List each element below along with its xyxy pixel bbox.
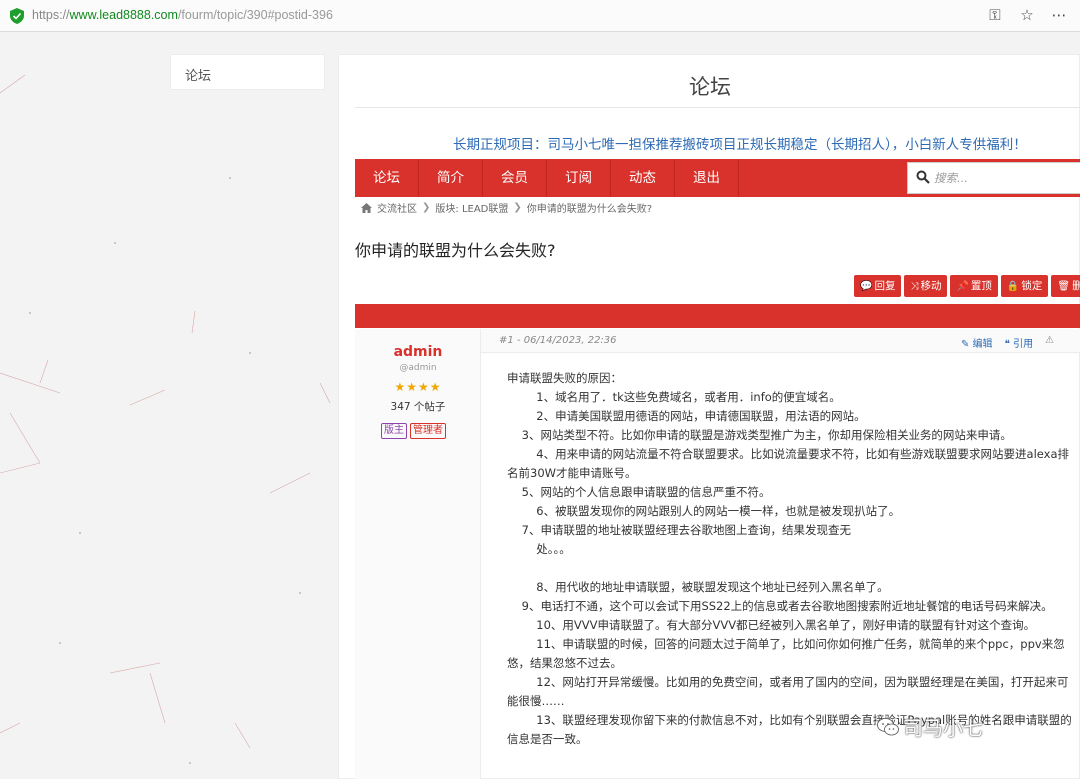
edit-label: 编辑	[972, 339, 993, 350]
page-title: 论坛	[689, 75, 731, 99]
move-button[interactable]: ⤨ 移动	[904, 275, 948, 297]
post-paragraph: 8、用代收的地址申请联盟，被联盟发现这个地址已经列入黑名单了。	[507, 580, 889, 594]
post-paragraph: 1、域名用了．tk这些免费域名，或者用．info的便宜域名。	[507, 390, 841, 404]
post-tools: ✎ 编辑 ❝ 引用 ⚠	[961, 335, 1054, 350]
post-body: 申请联盟失败的原因： 1、域名用了．tk这些免费域名，或者用．info的便宜域名…	[507, 369, 1075, 749]
trash-icon: 🗑	[1057, 281, 1071, 292]
nav-item-forum[interactable]: 论坛	[355, 159, 419, 197]
edit-button[interactable]: ✎ 编辑	[961, 335, 993, 350]
address-url[interactable]: https://www.lead8888.com/fourm/topic/390…	[32, 8, 333, 22]
reply-label: 回复	[874, 280, 896, 292]
author-name[interactable]: admin	[355, 344, 481, 360]
sidebar-label: 论坛	[185, 69, 212, 84]
pin-button[interactable]: 📌 置顶	[950, 275, 998, 297]
pin-icon: 📌	[956, 281, 969, 292]
background-decoration	[0, 74, 331, 764]
delete-label: 删	[1072, 280, 1080, 292]
divider	[355, 107, 1079, 108]
post-paragraph: 3、网站类型不符。比如你申请的联盟是游戏类型推广为主，你却用保险相关业务的网站来…	[507, 428, 1012, 442]
url-path: /fourm/topic/390#postid-396	[177, 8, 333, 22]
author-handle: @admin	[399, 363, 437, 373]
breadcrumb-community[interactable]: 交流社区	[377, 200, 417, 215]
reply-button[interactable]: 💬 回复	[854, 275, 902, 297]
author-panel: admin @admin ★★★★ 347 个帖子 版主 管理者	[355, 329, 481, 779]
post-paragraph: 10、用VVV申请联盟了。有大部分VVV都已经被列入黑名单了，刚好申请的联盟有针…	[507, 618, 1036, 632]
home-icon	[361, 202, 372, 213]
star-icon[interactable]: ☆	[1018, 6, 1036, 24]
nav-item-members[interactable]: 会员	[483, 159, 547, 197]
post-paragraph: 5、网站的个人信息跟申请联盟的信息严重不符。	[507, 485, 771, 499]
delete-button[interactable]: 🗑 删	[1051, 275, 1080, 297]
breadcrumb-topic: 你申请的联盟为什么会失败?	[526, 204, 653, 215]
post-paragraph: 4、用来申请的网站流量不符合联盟要求。比如说流量要求不符，比如有些游戏联盟要求网…	[507, 447, 1070, 480]
chevron-right-icon: ❯	[513, 202, 522, 213]
badge-moderator: 版主	[381, 423, 407, 439]
post-paragraph: 处。。。	[507, 542, 571, 556]
secure-shield-icon	[10, 8, 24, 24]
main-nav: 论坛 简介 会员 订阅 动态 退出	[355, 159, 1080, 197]
key-icon[interactable]: ⚿	[986, 6, 1004, 24]
wechat-icon	[877, 717, 899, 735]
report-icon[interactable]: ⚠	[1045, 335, 1054, 350]
search-box	[907, 162, 1080, 194]
post-meta-bar: #1 - 06/14/2023, 22:36 ✎ 编辑 ❝ 引用 ⚠	[481, 329, 1080, 353]
lock-button[interactable]: 🔒 锁定	[1000, 275, 1049, 297]
nav-item-logout[interactable]: 退出	[675, 159, 739, 197]
post-paragraph: 12、网站打开异常缓慢。比如用的免费空间，或者用了国内的空间，因为联盟经理是在美…	[507, 675, 1069, 708]
author-badges: 版主 管理者	[381, 423, 446, 439]
topic-title: 你申请的联盟为什么会失败?	[355, 241, 556, 260]
browser-address-bar[interactable]: https://www.lead8888.com/fourm/topic/390…	[0, 0, 1080, 32]
pin-label: 置顶	[970, 280, 992, 292]
rating-stars: ★★★★	[394, 380, 442, 394]
chevron-right-icon: ❯	[422, 202, 431, 213]
post-paragraph: 7、申请联盟的地址被联盟经理去谷歌地图上查询，结果发现查无	[507, 523, 851, 537]
breadcrumb: 交流社区 ❯ 版块: LEAD联盟 ❯ 你申请的联盟为什么会失败?	[361, 200, 652, 215]
post-number[interactable]: #1 - 06/14/2023, 22:36	[499, 335, 617, 346]
post-header-bar	[355, 304, 1080, 328]
topic-actions: 💬 回复 ⤨ 移动 📌 置顶 🔒 锁定 🗑 删	[854, 275, 1080, 297]
quote-button[interactable]: ❝ 引用	[1005, 335, 1034, 350]
post-paragraph: 2、申请美国联盟用德语的网站，申请德国联盟，用法语的网站。	[507, 409, 866, 423]
promo-link[interactable]: 长期正规项目：司马小七唯一担保推荐搬砖项目正规长期稳定（长期招人），小白新人专供…	[453, 133, 1027, 153]
post-count: 347 个帖子	[390, 401, 446, 413]
post-paragraph: 申请联盟失败的原因：	[507, 371, 622, 385]
url-scheme: https://	[32, 8, 70, 22]
comment-icon: 💬	[860, 281, 873, 292]
move-label: 移动	[920, 280, 942, 292]
badge-admin: 管理者	[410, 423, 446, 439]
search-input[interactable]	[934, 168, 1074, 188]
post-paragraph: 13、联盟经理发现你留下来的付款信息不对，比如有个别联盟会直接验证Paypal账…	[507, 713, 1072, 746]
search-icon[interactable]	[916, 170, 930, 184]
shuffle-icon: ⤨	[910, 281, 919, 292]
watermark-text: 司马小七	[903, 716, 983, 740]
nav-item-intro[interactable]: 简介	[419, 159, 483, 197]
lock-icon: 🔒	[1006, 281, 1020, 292]
quote-label: 引用	[1013, 339, 1034, 350]
nav-item-subscribe[interactable]: 订阅	[547, 159, 611, 197]
watermark: 司马小七	[877, 712, 983, 741]
post-paragraph: 11、申请联盟的时候，回答的问题太过于简单了，比如问你如何推广任务，就简单的来个…	[507, 637, 1065, 670]
sidebar-forum-link[interactable]: 论坛	[170, 54, 325, 90]
more-icon[interactable]: ⋯	[1050, 6, 1068, 24]
post-paragraph	[507, 559, 1075, 578]
lock-label: 锁定	[1021, 280, 1043, 292]
nav-item-activity[interactable]: 动态	[611, 159, 675, 197]
main-panel: 论坛 长期正规项目：司马小七唯一担保推荐搬砖项目正规长期稳定（长期招人），小白新…	[338, 54, 1080, 779]
url-host: www.lead8888.com	[69, 8, 178, 22]
post-paragraph: 6、被联盟发现你的网站跟别人的网站一模一样，也就是被发现扒站了。	[507, 504, 901, 518]
breadcrumb-board[interactable]: 版块: LEAD联盟	[435, 200, 508, 215]
post-paragraph: 9、电话打不通，这个可以会试下用SS22上的信息或者去谷歌地图搜索附近地址餐馆的…	[507, 599, 1053, 613]
